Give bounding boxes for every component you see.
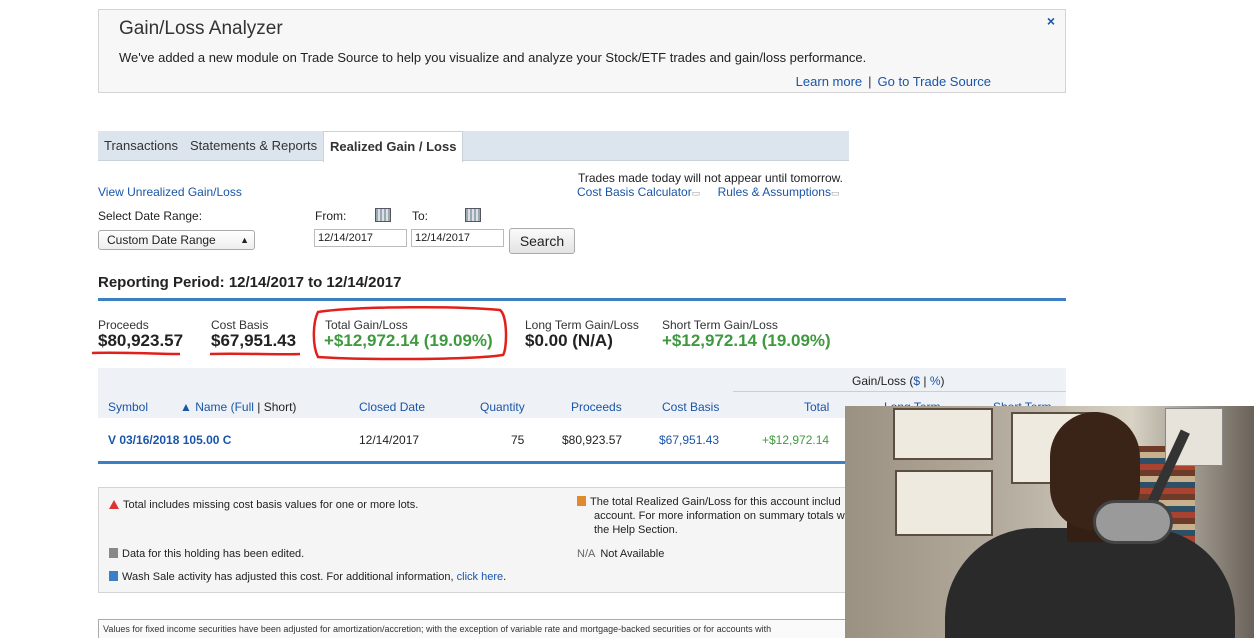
person-body xyxy=(945,528,1235,638)
note-wash-period: . xyxy=(503,571,507,583)
gain-loss-header-suffix: ) xyxy=(940,374,945,388)
annotation-underline xyxy=(91,351,181,356)
info-icon xyxy=(577,496,586,506)
column-cost-basis[interactable]: Cost Basis xyxy=(662,400,719,414)
note-missing-text: Total includes missing cost basis values… xyxy=(123,499,419,511)
annotation-circle xyxy=(312,305,508,361)
row-cost-basis-link[interactable]: $67,951.43 xyxy=(659,433,719,447)
name-toggle-separator: | xyxy=(257,400,261,414)
note-wash: Wash Sale activity has adjusted this cos… xyxy=(109,571,506,583)
annotation-underline xyxy=(209,352,301,356)
column-name[interactable]: ▲ Name (Full | Short) xyxy=(180,400,296,414)
warning-icon xyxy=(109,500,119,509)
name-short-toggle[interactable]: Short) xyxy=(264,400,297,414)
note-wash-text: Wash Sale activity has adjusted this cos… xyxy=(122,571,454,583)
click-here-link[interactable]: click here xyxy=(457,571,503,583)
whiteboard xyxy=(893,408,993,460)
microphone xyxy=(1093,500,1173,544)
column-total[interactable]: Total xyxy=(804,400,829,414)
note-realized-line3: the Help Section. xyxy=(594,524,678,536)
column-symbol[interactable]: Symbol xyxy=(108,400,148,414)
gain-loss-header-prefix: Gain/Loss ( xyxy=(852,374,914,388)
note-edited-text: Data for this holding has been edited. xyxy=(122,548,305,560)
whiteboard xyxy=(895,470,993,536)
row-quantity: 75 xyxy=(511,433,525,447)
wash-sale-icon xyxy=(109,571,118,581)
note-missing: Total includes missing cost basis values… xyxy=(109,499,418,511)
gain-loss-header-separator: | xyxy=(920,374,930,388)
row-closed-date: 12/14/2017 xyxy=(359,433,420,447)
gain-loss-header: Gain/Loss ($ | %) xyxy=(852,374,945,388)
note-realized-line2: account. For more information on summary… xyxy=(594,510,845,522)
note-edited: Data for this holding has been edited. xyxy=(109,548,304,560)
note-realized-line1: The total Realized Gain/Loss for this ac… xyxy=(590,496,841,508)
column-closed-date[interactable]: Closed Date xyxy=(359,400,425,414)
row-proceeds: $80,923.57 xyxy=(562,433,623,447)
column-quantity[interactable]: Quantity xyxy=(480,400,525,414)
note-na: N/A Not Available xyxy=(577,548,664,560)
row-symbol-link[interactable]: V 03/16/2018 105.00 C xyxy=(108,433,231,447)
edited-icon xyxy=(109,548,118,558)
name-full-toggle[interactable]: (Full xyxy=(231,400,254,414)
na-code: N/A xyxy=(577,548,596,560)
row-total: +$12,972.14 xyxy=(762,433,830,447)
divider xyxy=(733,391,1066,392)
note-realized: The total Realized Gain/Loss for this ac… xyxy=(577,496,841,508)
column-proceeds[interactable]: Proceeds xyxy=(571,400,622,414)
gain-loss-percent-toggle[interactable]: % xyxy=(930,374,941,388)
webcam-overlay xyxy=(845,406,1254,638)
note-na-text: Not Available xyxy=(600,548,665,560)
column-name-label[interactable]: ▲ Name xyxy=(180,400,227,414)
